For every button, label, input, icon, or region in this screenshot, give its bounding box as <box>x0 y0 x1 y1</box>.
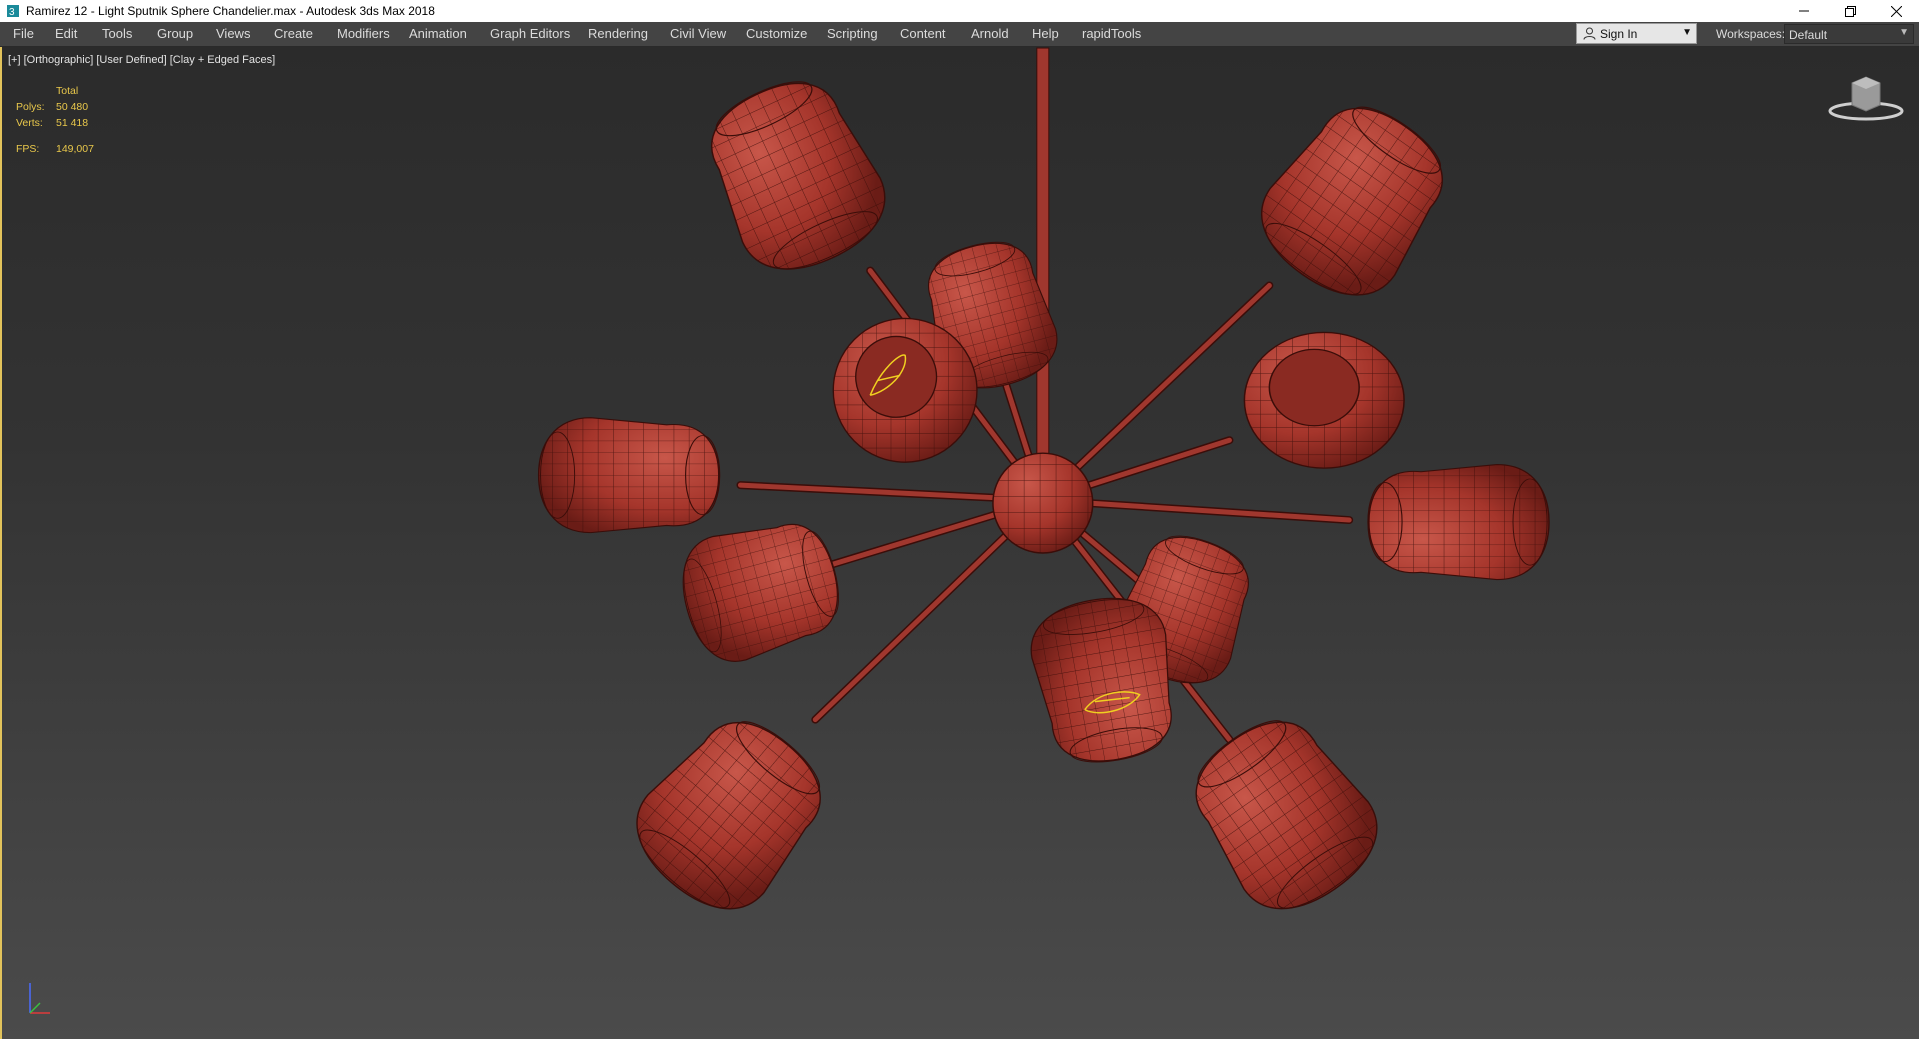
restore-button[interactable] <box>1827 0 1873 22</box>
menu-rendering[interactable]: Rendering <box>588 26 648 41</box>
minimize-button[interactable] <box>1781 0 1827 22</box>
menu-tools[interactable]: Tools <box>102 26 132 41</box>
fps-value: 149,007 <box>56 143 94 155</box>
close-icon <box>1890 5 1902 17</box>
menu-views[interactable]: Views <box>216 26 250 41</box>
menu-create[interactable]: Create <box>274 26 313 41</box>
user-icon <box>1583 27 1596 40</box>
polys-count: 50 480 <box>56 101 89 113</box>
menu-file[interactable]: File <box>13 26 34 41</box>
svg-text:3: 3 <box>9 7 15 18</box>
workspace-value: Default <box>1789 28 1828 42</box>
axis-tripod-icon <box>29 983 50 1014</box>
menu-group[interactable]: Group <box>157 26 193 41</box>
workspaces-label: Workspaces: <box>1716 27 1786 41</box>
menu-civil-view[interactable]: Civil View <box>670 26 726 41</box>
stats-header: Total <box>56 85 79 97</box>
title-bar: 3 Ramirez 12 - Light Sputnik Sphere Chan… <box>0 0 1919 22</box>
workspace-select[interactable]: Default ▼ <box>1784 24 1914 44</box>
menu-edit[interactable]: Edit <box>55 26 77 41</box>
perspective-viewport[interactable]: [+] [Orthographic] [User Defined] [Clay … <box>0 47 1919 1039</box>
sign-in-button[interactable]: Sign In ▼ <box>1576 23 1697 44</box>
chevron-down-icon: ▼ <box>1899 27 1909 38</box>
restore-icon <box>1844 5 1856 17</box>
chevron-down-icon: ▼ <box>1682 27 1692 38</box>
menu-modifiers[interactable]: Modifiers <box>337 26 390 41</box>
menu-customize[interactable]: Customize <box>746 26 807 41</box>
fps-label: FPS: <box>16 143 40 155</box>
menu-content[interactable]: Content <box>900 26 946 41</box>
verts-label: Verts: <box>16 117 43 129</box>
menu-arnold[interactable]: Arnold <box>971 26 1009 41</box>
menu-scripting[interactable]: Scripting <box>827 26 878 41</box>
minimize-icon <box>1799 10 1809 12</box>
verts-count: 51 418 <box>56 117 89 129</box>
statistics-overlay: Total Polys: 50 480 Verts: 51 418 FPS: 149,… <box>16 83 94 157</box>
3dsmax-app-icon[interactable]: 3 <box>6 4 20 18</box>
sign-in-label: Sign In <box>1600 26 1638 41</box>
viewcube-icon[interactable] <box>1826 75 1906 125</box>
polys-label: Polys: <box>16 101 45 113</box>
close-button[interactable] <box>1873 0 1919 22</box>
viewport-label[interactable]: [+] [Orthographic] [User Defined] [Clay … <box>8 54 275 66</box>
menu-animation[interactable]: Animation <box>409 26 467 41</box>
window-title: Ramirez 12 - Light Sputnik Sphere Chande… <box>26 4 435 18</box>
chandelier-model[interactable] <box>2 47 1917 1039</box>
menu-rapidtools[interactable]: rapidTools <box>1082 26 1141 41</box>
menu-graph-editors[interactable]: Graph Editors <box>490 26 570 41</box>
menu-help[interactable]: Help <box>1032 26 1059 41</box>
